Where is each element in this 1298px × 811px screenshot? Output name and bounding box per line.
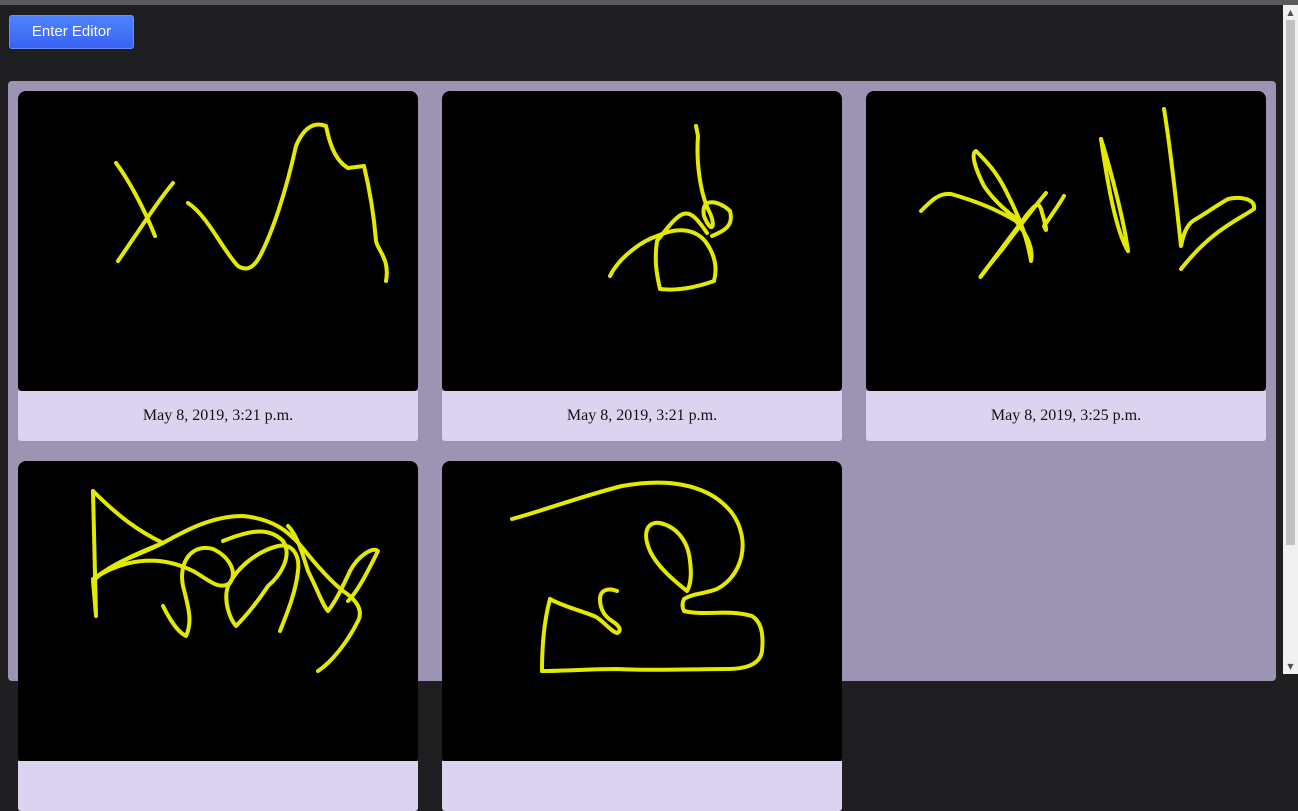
drawing-timestamp: May 8, 2019, 3:21 p.m. [442, 391, 842, 441]
top-border [0, 0, 1298, 5]
drawing-card[interactable]: May 8, 2019, 3:21 p.m. [442, 91, 842, 441]
scroll-up-icon[interactable]: ▲ [1283, 5, 1298, 20]
drawing-gallery: May 8, 2019, 3:21 p.m. May 8, 2019, 3:21… [8, 81, 1276, 811]
scroll-down-icon[interactable]: ▼ [1283, 659, 1298, 674]
drawing-card[interactable] [442, 461, 842, 811]
drawing-thumbnail[interactable] [18, 461, 418, 761]
drawing-thumbnail[interactable] [18, 91, 418, 391]
drawing-thumbnail[interactable] [866, 91, 1266, 391]
drawing-thumbnail[interactable] [442, 461, 842, 761]
drawing-thumbnail[interactable] [442, 91, 842, 391]
drawing-card[interactable]: May 8, 2019, 3:25 p.m. [866, 91, 1266, 441]
drawing-timestamp: May 8, 2019, 3:25 p.m. [866, 391, 1266, 441]
drawing-card[interactable]: May 8, 2019, 3:21 p.m. [18, 91, 418, 441]
scrollbar-thumb[interactable] [1286, 20, 1295, 545]
drawing-timestamp: May 8, 2019, 3:21 p.m. [18, 391, 418, 441]
drawing-timestamp [442, 761, 842, 811]
page-scrollbar[interactable]: ▲ ▼ [1283, 5, 1298, 674]
enter-editor-button[interactable]: Enter Editor [9, 15, 134, 49]
drawing-timestamp [18, 761, 418, 811]
drawing-card[interactable] [18, 461, 418, 811]
